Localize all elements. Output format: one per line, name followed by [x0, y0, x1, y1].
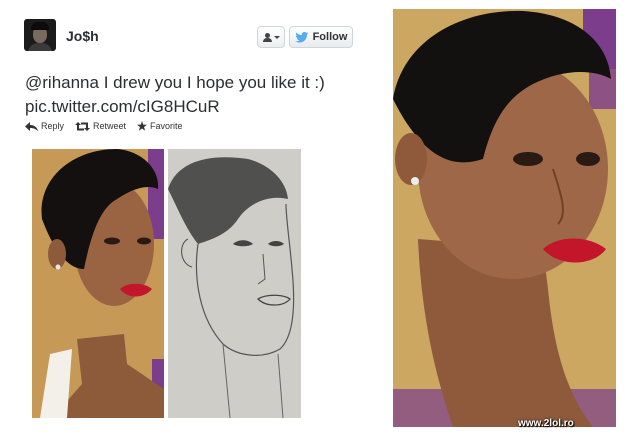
- pencil-drawing-art: [168, 149, 301, 418]
- tweet-text-line-1[interactable]: @rihanna I drew you I hope you like it :…: [25, 71, 375, 95]
- user-actions-button[interactable]: [257, 26, 285, 48]
- tweet-text: @rihanna I drew you I hope you like it :…: [25, 71, 375, 119]
- rihanna-photo[interactable]: [32, 149, 164, 418]
- edited-rihanna-photo[interactable]: [393, 9, 616, 427]
- retweet-icon: [75, 121, 91, 131]
- avatar-hair: [31, 22, 49, 30]
- reply-button[interactable]: Reply: [25, 121, 64, 131]
- reply-arrow-icon: [25, 121, 38, 131]
- pencil-drawing-photo[interactable]: [168, 149, 301, 418]
- star-icon: [137, 121, 148, 131]
- tweet-link[interactable]: pic.twitter.com/cIG8HCuR: [25, 95, 375, 119]
- person-icon: [262, 32, 272, 42]
- tweet-card: Jo$h Follow @rihanna I drew you I hope y…: [0, 0, 392, 436]
- favorite-button[interactable]: Favorite: [137, 121, 183, 131]
- rihanna-photo-art: [32, 149, 164, 418]
- retweet-button[interactable]: Retweet: [75, 121, 126, 131]
- watermark-text: www.2lol.ro: [518, 418, 574, 429]
- reply-label: Reply: [41, 121, 65, 131]
- avatar-body: [28, 43, 52, 51]
- edited-rihanna-art: [393, 9, 616, 427]
- follow-label: Follow: [312, 31, 348, 43]
- favorite-label: Favorite: [150, 121, 183, 131]
- follow-button[interactable]: Follow: [289, 26, 353, 48]
- username[interactable]: Jo$h: [66, 28, 99, 44]
- chevron-down-icon: [273, 35, 280, 39]
- twitter-bird-icon: [294, 31, 308, 43]
- avatar[interactable]: [24, 19, 56, 51]
- retweet-label: Retweet: [93, 121, 127, 131]
- tweet-actions: Reply Retweet Favorite: [25, 121, 194, 131]
